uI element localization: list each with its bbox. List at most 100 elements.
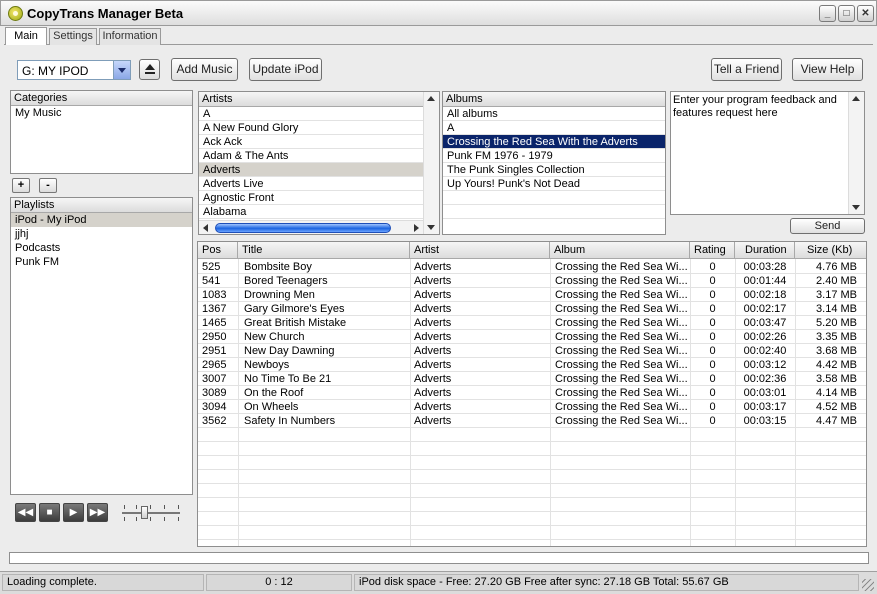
playlist-item[interactable]: jjhj [11,227,192,241]
stop-button[interactable]: ■ [39,503,60,522]
artists-horizontal-scrollbar[interactable] [199,220,423,234]
cell-title: Great British Mistake [244,317,347,329]
resize-grip-icon[interactable] [862,579,874,591]
view-help-button[interactable]: View Help [792,58,863,81]
cell-rating: 0 [709,289,716,301]
table-header: Pos Title Artist Album Rating Duration S… [198,242,866,259]
table-row[interactable]: 2950 New Church Adverts Crossing the Red Se… [198,330,866,344]
scroll-up-icon[interactable] [852,96,860,101]
artist-item[interactable]: A New Found Glory [199,121,423,135]
table-row [198,512,866,526]
play-icon: ▶ [69,507,78,518]
minimize-button[interactable]: _ [819,5,836,22]
cell-artist: Adverts [414,275,452,287]
table-row[interactable]: 525 Bombsite Boy Adverts Crossing the Red S… [198,260,866,274]
tab-settings[interactable]: Settings [49,28,97,45]
cell-title: Gary Gilmore's Eyes [244,303,345,315]
add-music-button[interactable]: Add Music [171,58,238,81]
table-row[interactable]: 2951 New Day Dawning Adverts Crossing the R… [198,344,866,358]
artist-item[interactable]: Adverts [199,163,423,177]
scroll-left-icon[interactable] [203,224,208,232]
volume-slider-track[interactable] [122,512,180,514]
column-header-rating[interactable]: Rating [690,242,735,258]
slider-tick [164,505,165,509]
cell-pos: 1465 [202,317,227,329]
tab-main[interactable]: Main [5,27,47,45]
table-row[interactable]: 541 Bored Teenagers Adverts Crossing the Re… [198,274,866,288]
tell-a-friend-button[interactable]: Tell a Friend [711,58,782,81]
cell-title: Drowning Men [244,289,315,301]
album-item[interactable]: All albums [443,107,665,121]
close-button[interactable]: ✕ [857,5,874,22]
cell-album: Crossing the Red Sea Wi... [555,261,688,273]
cell-album: Crossing the Red Sea Wi... [555,275,688,287]
artist-item[interactable]: Adam & The Ants [199,149,423,163]
playlists-panel: Playlists iPod - My iPod jjhj Podcasts P… [10,197,193,495]
column-header-duration[interactable]: Duration [735,242,795,258]
previous-track-button[interactable]: ◀◀ [15,503,36,522]
scroll-right-icon[interactable] [414,224,419,232]
column-header-pos[interactable]: Pos [198,242,238,258]
status-bar: Loading complete. 0 : 12 iPod disk space… [0,571,877,594]
scroll-up-icon[interactable] [427,96,435,101]
artist-item[interactable]: A [199,107,423,121]
playlist-item[interactable]: iPod - My iPod [11,213,192,227]
scroll-down-icon[interactable] [852,205,860,210]
volume-slider-thumb[interactable] [141,506,148,519]
rewind-icon: ◀◀ [17,507,34,518]
cell-pos: 1083 [202,289,227,301]
table-row[interactable]: 3094 On Wheels Adverts Crossing the Red Sea… [198,400,866,414]
table-row[interactable]: 3007 No Time To Be 21 Adverts Crossing the … [198,372,866,386]
artist-item[interactable]: Agnostic Front [199,191,423,205]
column-header-title[interactable]: Title [238,242,410,258]
feedback-scrollbar[interactable] [848,92,864,214]
album-item[interactable]: Punk FM 1976 - 1979 [443,149,665,163]
table-row[interactable]: 1465 Great British Mistake Adverts Crossing… [198,316,866,330]
table-row[interactable]: 1083 Drowning Men Adverts Crossing the Red … [198,288,866,302]
cell-size: 2.40 MB [816,275,857,287]
playlist-item[interactable]: Podcasts [11,241,192,255]
eject-icon[interactable] [139,59,160,80]
column-header-size[interactable]: Size (Kb) [795,242,866,258]
album-item[interactable]: A [443,121,665,135]
tab-information[interactable]: Information [99,28,161,45]
cell-pos: 2951 [202,345,227,357]
album-item[interactable]: Crossing the Red Sea With the Adverts [443,135,665,149]
artist-item[interactable]: Ack Ack [199,135,423,149]
artists-vertical-scrollbar[interactable] [423,92,439,234]
play-button[interactable]: ▶ [63,503,84,522]
scroll-down-icon[interactable] [427,225,435,230]
category-item[interactable]: My Music [11,106,192,120]
feedback-textarea[interactable] [673,94,848,212]
album-item[interactable]: Up Yours! Punk's Not Dead [443,177,665,191]
album-item[interactable]: The Punk Singles Collection [443,163,665,177]
cell-size: 4.14 MB [816,387,857,399]
table-row[interactable]: 1367 Gary Gilmore's Eyes Adverts Crossing t… [198,302,866,316]
artist-item[interactable]: Alabama [199,205,423,219]
next-track-button[interactable]: ▶▶ [87,503,108,522]
table-row[interactable]: 3089 On the Roof Adverts Crossing the Red S… [198,386,866,400]
cell-artist: Adverts [414,303,452,315]
horizontal-scroll-thumb[interactable] [215,223,391,233]
send-feedback-button[interactable]: Send [790,218,865,234]
artist-item[interactable]: Adverts Live [199,177,423,191]
column-header-album[interactable]: Album [550,242,690,258]
chevron-down-icon[interactable] [113,61,130,79]
cell-size: 3.68 MB [816,345,857,357]
maximize-button[interactable]: □ [838,5,855,22]
table-row [198,526,866,540]
cell-title: New Church [244,331,305,343]
cell-artist: Adverts [414,401,452,413]
cell-duration: 00:03:47 [743,317,787,329]
cell-size: 4.47 MB [816,415,857,427]
add-category-button[interactable]: + [12,178,30,193]
cell-title: Safety In Numbers [244,415,336,427]
playlist-item[interactable]: Punk FM [11,255,192,269]
update-ipod-button[interactable]: Update iPod [249,58,322,81]
remove-category-button[interactable]: - [39,178,57,193]
cell-artist: Adverts [414,415,452,427]
table-row[interactable]: 2965 Newboys Adverts Crossing the Red Sea W… [198,358,866,372]
column-header-artist[interactable]: Artist [410,242,550,258]
table-row[interactable]: 3562 Safety In Numbers Adverts Crossing the… [198,414,866,428]
device-select[interactable]: G: MY IPOD [17,60,131,80]
